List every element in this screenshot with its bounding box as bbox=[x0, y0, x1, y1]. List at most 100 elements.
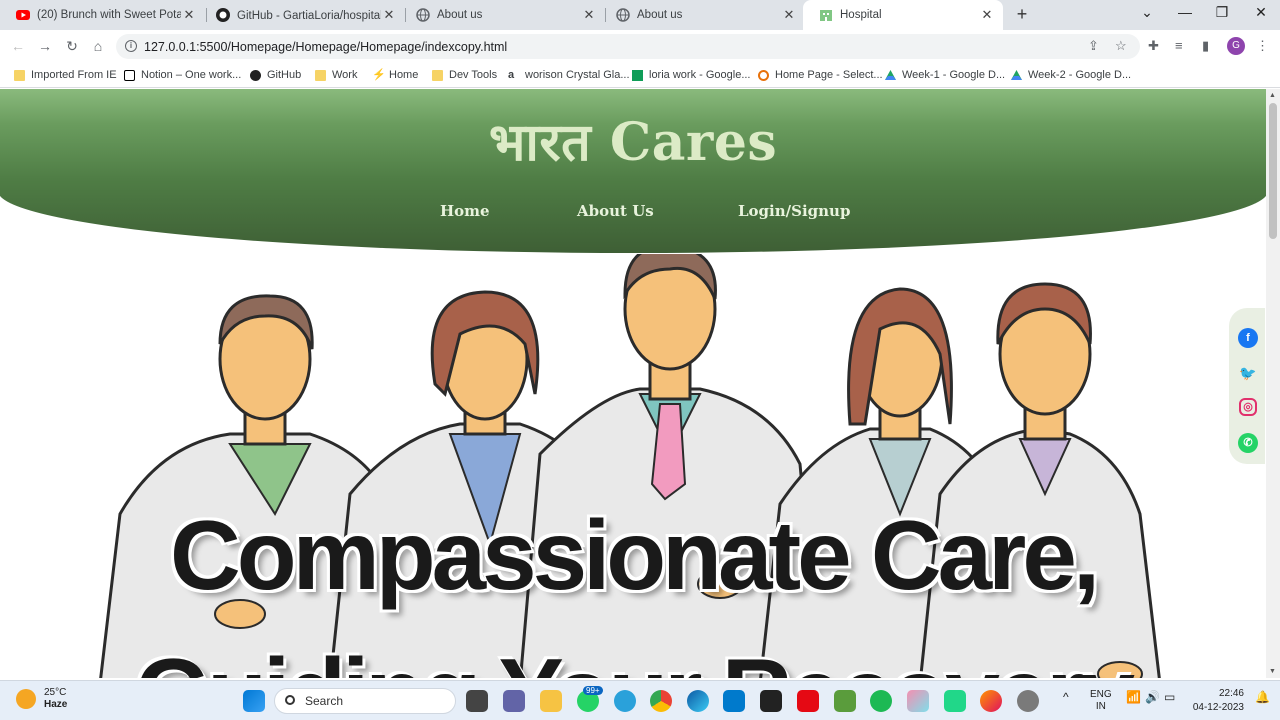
bookmark-item[interactable]: Imported From IE bbox=[14, 69, 117, 81]
teams-icon[interactable] bbox=[503, 690, 525, 712]
sheets-icon bbox=[632, 69, 643, 81]
chrome-icon[interactable] bbox=[650, 690, 672, 712]
reading-list-icon[interactable]: ≡ bbox=[1175, 38, 1183, 53]
hero-headline-line2: Guiding Your Recovery bbox=[0, 637, 1266, 678]
search-label: Search bbox=[305, 694, 344, 708]
amazon-icon: a bbox=[508, 68, 515, 81]
app-icon[interactable] bbox=[907, 690, 929, 712]
notification-icon[interactable]: 🔔 bbox=[1255, 690, 1270, 704]
bookmark-label: Week-2 - Google D... bbox=[1028, 69, 1132, 81]
instagram-icon[interactable]: ◎ bbox=[1239, 398, 1257, 416]
close-icon[interactable]: ✕ bbox=[781, 7, 797, 23]
facebook-icon[interactable]: f bbox=[1238, 328, 1258, 348]
extensions-icon[interactable]: ✚ bbox=[1148, 38, 1159, 54]
new-tab-button[interactable]: + bbox=[1012, 4, 1032, 25]
forward-button[interactable]: → bbox=[36, 38, 54, 54]
wifi-icon[interactable]: 📶 bbox=[1126, 690, 1141, 704]
scroll-down-icon[interactable]: ▼ bbox=[1269, 668, 1276, 675]
windows-start-icon[interactable] bbox=[243, 690, 265, 712]
clock-time: 22:46 bbox=[1218, 688, 1244, 699]
circle-icon bbox=[758, 69, 769, 81]
telegram-icon[interactable] bbox=[614, 690, 636, 712]
language-indicator[interactable]: ENG IN bbox=[1090, 689, 1112, 713]
chevron-up-icon[interactable]: ^ bbox=[1063, 690, 1069, 704]
weather-widget[interactable]: 25°C Haze bbox=[16, 687, 67, 711]
os-taskbar: 25°C Haze Search 99+ ^ ENG IN 📶 🔊 ▭ 22:4… bbox=[0, 680, 1280, 720]
settings-gear-icon[interactable] bbox=[1017, 690, 1039, 712]
bookmark-item[interactable]: a worison Crystal Gla... bbox=[508, 69, 630, 81]
profile-avatar[interactable]: G bbox=[1227, 37, 1245, 55]
globe-icon bbox=[616, 8, 630, 22]
nav-login-link[interactable]: Login/Signup bbox=[738, 202, 850, 220]
doctors-illustration bbox=[99, 254, 1161, 678]
task-view-icon[interactable] bbox=[466, 690, 488, 712]
taskbar-search[interactable]: Search bbox=[274, 688, 456, 714]
battery-icon[interactable]: ▭ bbox=[1164, 690, 1175, 704]
netflix-icon[interactable] bbox=[797, 690, 819, 712]
terminal-icon[interactable] bbox=[760, 690, 782, 712]
nav-home-link[interactable]: Home bbox=[440, 202, 490, 220]
maximize-button[interactable]: ❐ bbox=[1212, 4, 1232, 21]
page-scrollbar[interactable]: ▲ ▼ bbox=[1266, 89, 1280, 678]
browser-tab[interactable]: GitHub - GartiaLoria/hospital: भा ✕ bbox=[200, 0, 405, 30]
file-explorer-icon[interactable] bbox=[540, 690, 562, 712]
youtube-icon bbox=[16, 8, 30, 22]
close-icon[interactable]: ✕ bbox=[181, 7, 197, 23]
reload-button[interactable]: ↻ bbox=[63, 38, 81, 55]
bookmark-label: GitHub bbox=[267, 69, 302, 81]
bookmark-label: Home bbox=[389, 69, 419, 81]
volume-icon[interactable]: 🔊 bbox=[1145, 690, 1160, 704]
photos-icon[interactable] bbox=[834, 690, 856, 712]
edge-icon[interactable] bbox=[687, 690, 709, 712]
bookmark-star-icon[interactable]: ☆ bbox=[1115, 38, 1127, 54]
bookmark-item[interactable]: loria work - Google... bbox=[632, 69, 750, 81]
notion-icon bbox=[124, 69, 135, 81]
close-icon[interactable]: ✕ bbox=[381, 7, 397, 23]
twitter-icon[interactable]: 🐦 bbox=[1238, 363, 1258, 383]
whatsapp-icon[interactable]: ✆ bbox=[1238, 433, 1258, 453]
notification-badge: 99+ bbox=[583, 686, 603, 695]
browser-tab-active[interactable]: Hospital ✕ bbox=[803, 0, 1003, 30]
menu-icon[interactable]: ⋮ bbox=[1256, 38, 1269, 54]
close-icon[interactable]: ✕ bbox=[979, 7, 995, 23]
spotify-icon[interactable] bbox=[870, 690, 892, 712]
nav-about-link[interactable]: About Us bbox=[577, 202, 654, 220]
bookmark-item[interactable]: Notion – One work... bbox=[124, 69, 241, 81]
browser-tab[interactable]: About us ✕ bbox=[400, 0, 605, 30]
bookmark-label: loria work - Google... bbox=[649, 69, 751, 81]
browser-tab[interactable]: About us ✕ bbox=[600, 0, 805, 30]
bookmark-item[interactable]: Work bbox=[315, 69, 357, 81]
window-close-button[interactable]: ✕ bbox=[1251, 4, 1271, 21]
close-icon[interactable]: ✕ bbox=[581, 7, 597, 23]
bookmark-item[interactable]: Dev Tools bbox=[432, 69, 497, 81]
minimize-button[interactable]: — bbox=[1175, 4, 1195, 20]
site-brand[interactable]: भारत Cares bbox=[0, 105, 1266, 176]
folder-icon bbox=[14, 69, 25, 81]
hospital-icon bbox=[819, 8, 833, 22]
bookmark-item[interactable]: Week-1 - Google D... bbox=[885, 69, 1005, 81]
back-button[interactable]: ← bbox=[9, 38, 27, 54]
bookmark-item[interactable]: GitHub bbox=[250, 69, 301, 81]
browser-tab[interactable]: (20) Brunch with Sweet Potato S ✕ bbox=[0, 0, 205, 30]
side-panel-icon[interactable]: ▮ bbox=[1202, 38, 1209, 54]
folder-icon bbox=[432, 69, 443, 81]
bookmark-label: worison Crystal Gla... bbox=[525, 69, 630, 81]
share-icon[interactable]: ⇪ bbox=[1088, 38, 1099, 54]
bookmark-item[interactable]: Home Page - Select... bbox=[758, 69, 883, 81]
tab-search-icon[interactable]: ⌄ bbox=[1137, 4, 1157, 21]
bookmark-label: Home Page - Select... bbox=[775, 69, 883, 81]
home-button[interactable]: ⌂ bbox=[89, 38, 107, 54]
site-info-icon[interactable]: i bbox=[125, 40, 137, 52]
system-clock[interactable]: 22:46 04-12-2023 bbox=[1188, 687, 1244, 715]
bookmark-label: Work bbox=[332, 69, 358, 81]
vscode-icon[interactable] bbox=[723, 690, 745, 712]
scroll-up-icon[interactable]: ▲ bbox=[1269, 92, 1276, 99]
scrollbar-thumb[interactable] bbox=[1269, 103, 1277, 239]
bookmark-item[interactable]: Week-2 - Google D... bbox=[1011, 69, 1131, 81]
social-sidebar: f 🐦 ◎ ✆ bbox=[1229, 308, 1265, 464]
firefox-icon[interactable] bbox=[980, 690, 1002, 712]
bookmark-item[interactable]: ⚡ Home bbox=[372, 69, 418, 81]
tab-title: About us bbox=[437, 9, 483, 21]
address-bar[interactable]: i 127.0.0.1:5500/Homepage/Homepage/Homep… bbox=[116, 34, 1140, 59]
pycharm-icon[interactable] bbox=[944, 690, 966, 712]
